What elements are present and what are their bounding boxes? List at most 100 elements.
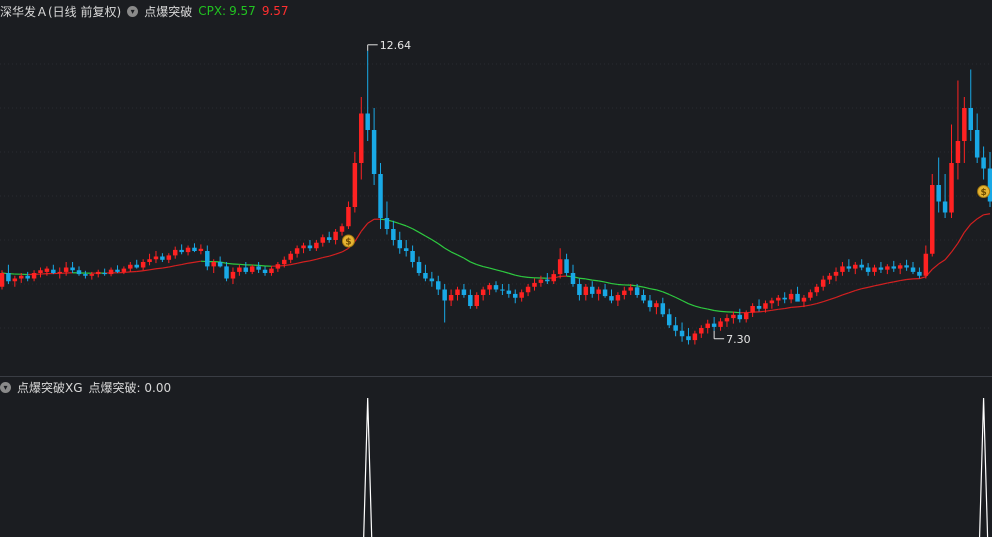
candle-body	[570, 273, 576, 284]
candle-body	[609, 296, 614, 301]
stock-chart-svg[interactable]: 12.64 7.30 $ $	[0, 0, 992, 537]
candle-body	[647, 300, 653, 308]
ma-segment	[733, 311, 740, 314]
ma-segment	[431, 239, 439, 245]
ma-segment	[585, 278, 593, 281]
candle-body	[801, 297, 807, 302]
candle-body	[160, 256, 165, 260]
signal-spike	[978, 397, 989, 537]
candle-body	[461, 289, 467, 295]
candle-body	[468, 295, 473, 306]
candle-body	[429, 278, 435, 282]
candle-body	[147, 259, 152, 262]
cpx-label: CPX:	[198, 4, 227, 18]
candle-body	[699, 328, 704, 334]
candle-body	[359, 113, 364, 163]
ma-segment	[938, 259, 946, 265]
indicator-name[interactable]: 点爆突破	[144, 3, 192, 20]
candle-body	[968, 108, 973, 130]
ma-segment	[136, 270, 144, 273]
stock-name[interactable]: 深华发Ａ(日线 前复权)	[0, 3, 121, 20]
ma-segment	[816, 301, 824, 305]
ma-segment	[329, 253, 336, 257]
annotation-label: 7.30	[726, 333, 751, 346]
candle-body	[634, 287, 640, 295]
chevron-down-icon[interactable]: ▾	[127, 5, 139, 17]
ma-segment	[303, 260, 311, 263]
candle-body	[910, 267, 916, 272]
ma-segment	[412, 228, 420, 233]
candle-body	[352, 163, 358, 207]
candle-body	[750, 306, 755, 313]
candle-body	[63, 267, 69, 272]
ma-segment	[598, 280, 606, 283]
candle-body	[365, 113, 370, 130]
candle-body	[551, 274, 556, 282]
candle-body	[596, 289, 601, 294]
candle-body	[172, 249, 178, 256]
candle-body	[795, 293, 800, 302]
ma-segment	[579, 277, 586, 280]
candle-body	[827, 275, 832, 280]
ma-segment	[643, 286, 651, 290]
candle-body	[577, 284, 582, 295]
candle-body	[776, 297, 781, 301]
candle-body	[44, 268, 50, 272]
candle-body	[513, 293, 518, 298]
candle-body	[480, 289, 486, 295]
candle-body	[583, 286, 589, 295]
ma-segment	[457, 254, 465, 259]
ma-segment	[341, 247, 349, 253]
candle-body	[506, 290, 512, 294]
candle-body	[128, 264, 133, 269]
candle-body	[763, 303, 768, 309]
ma-segment	[649, 288, 657, 291]
ma-segment	[823, 299, 830, 303]
candle-body	[0, 273, 5, 287]
candle-body	[564, 259, 569, 273]
candle-body	[423, 273, 428, 279]
ma-segment	[450, 251, 458, 256]
ma-segment	[771, 308, 779, 311]
ma-segment	[765, 309, 772, 312]
ma-segment	[284, 264, 291, 267]
ma-segment	[309, 258, 317, 262]
candle-body	[224, 266, 229, 279]
ma-segment	[951, 242, 959, 253]
ma-segment	[155, 267, 163, 270]
ma-segment	[393, 220, 400, 225]
candle-body	[25, 275, 30, 279]
ma-segment	[976, 214, 984, 220]
candle-body	[846, 266, 852, 269]
candle-body	[391, 229, 396, 240]
ma-segment	[495, 269, 503, 273]
candle-body	[840, 266, 845, 272]
candle-body	[166, 255, 172, 260]
candle-body	[455, 289, 460, 295]
candle-body	[743, 312, 749, 320]
ma-segment	[848, 289, 856, 294]
ma-segment	[983, 213, 991, 216]
candle-body	[282, 259, 287, 265]
candle-body	[108, 269, 114, 275]
candle-body	[140, 262, 146, 268]
ma-segment	[688, 303, 696, 307]
candle-body	[692, 333, 698, 341]
candle-body	[628, 287, 633, 291]
ma-segment	[681, 299, 689, 305]
candle-body	[320, 237, 326, 243]
candle-body	[269, 268, 274, 273]
candle-body	[891, 266, 897, 269]
ma-segment	[515, 274, 522, 278]
candle-body	[211, 262, 216, 267]
candle-body	[333, 231, 338, 240]
ma-segment	[919, 276, 927, 280]
candle-body	[660, 303, 666, 315]
ma-segment	[418, 231, 426, 237]
chevron-down-icon[interactable]: ▾	[0, 381, 11, 393]
candle-body	[294, 248, 300, 254]
sub-indicator-label[interactable]: 点爆突破XG	[17, 379, 83, 396]
ma-segment	[444, 247, 452, 253]
ma-segment	[701, 307, 708, 310]
candle-body	[923, 253, 929, 276]
